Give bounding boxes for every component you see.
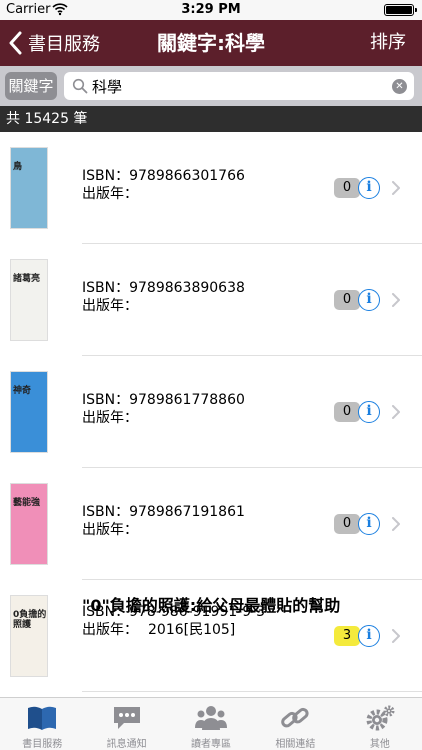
chevron-right-icon <box>392 517 400 531</box>
book-row[interactable]: 0負擔的照護 "0"負擔的照護:給父母最體貼的幫助 ISBN：978-986-919… <box>0 580 422 692</box>
book-cover-image: 0負擔的照護 <box>10 595 48 677</box>
nav-bar: 書目服務 關鍵字:科學 排序 <box>0 20 422 66</box>
book-icon <box>28 706 57 730</box>
holdings-count-badge: 0 <box>334 402 360 422</box>
book-cover-text: 鳥 <box>13 162 23 172</box>
holdings-count-badge: 0 <box>334 514 360 534</box>
chevron-right-icon <box>392 181 400 195</box>
chat-icon <box>113 707 140 729</box>
chevron-right-icon <box>392 293 400 307</box>
tab-messages-label: 訊息通知 <box>106 739 147 750</box>
status-bar: Carrier 3:29 PM <box>0 0 422 20</box>
book-year-value: 2016[民105] <box>148 622 236 638</box>
sort-button[interactable]: 排序 <box>370 20 406 66</box>
search-bar: 關鍵字 ✕ <box>0 66 422 106</box>
clear-search-icon[interactable]: ✕ <box>392 79 407 94</box>
book-isbn: ISBN：9789866301766 <box>82 168 245 184</box>
book-isbn: ISBN：9789867191861 <box>82 504 245 520</box>
tab-other-label: 其他 <box>369 739 390 750</box>
book-year: 出版年： <box>82 183 148 203</box>
info-icon[interactable]: i <box>358 513 380 535</box>
book-cover-image: 藝能強 <box>10 483 48 565</box>
link-icon <box>281 707 309 728</box>
tab-messages[interactable]: 訊息通知 <box>84 698 168 750</box>
tab-catalog[interactable]: 書目服務 <box>0 698 84 750</box>
book-cover-text: 藝能強 <box>13 498 41 508</box>
chevron-right-icon <box>392 629 400 643</box>
chevron-right-icon <box>392 405 400 419</box>
book-year: 出版年： <box>82 519 148 539</box>
tab-links[interactable]: 相關連結 <box>253 698 337 750</box>
book-year-label: 出版年： <box>82 522 138 538</box>
book-row[interactable]: 神奇 ISBN：9789861778860 出版年： 0 i <box>0 356 422 468</box>
book-year-label: 出版年： <box>82 622 138 638</box>
chevron-left-icon <box>9 31 22 55</box>
result-count: 共 15425 筆 <box>0 106 422 132</box>
gear-icon <box>366 705 395 731</box>
tab-bar: 書目服務 訊息通知 讀者專區 相關連結 其他 <box>0 697 422 750</box>
book-row[interactable]: 諸葛亮 ISBN：9789863890638 出版年： 0 i <box>0 244 422 356</box>
holdings-count-badge: 0 <box>334 290 360 310</box>
holdings-count-badge: 3 <box>334 626 360 646</box>
book-year: 出版年： 2016[民105] <box>82 619 235 639</box>
holdings-count-badge: 0 <box>334 178 360 198</box>
battery-icon <box>384 4 417 16</box>
book-year-label: 出版年： <box>82 410 138 426</box>
book-year: 出版年： <box>82 295 148 315</box>
info-icon[interactable]: i <box>358 625 380 647</box>
search-input[interactable] <box>92 72 382 100</box>
tab-other[interactable]: 其他 <box>338 698 422 750</box>
tab-readers-label: 讀者專區 <box>191 739 232 750</box>
back-button-label: 書目服務 <box>28 34 100 55</box>
book-cover-image: 鳥 <box>10 147 48 229</box>
book-cover-image: 諸葛亮 <box>10 259 48 341</box>
info-icon[interactable]: i <box>358 401 380 423</box>
book-year: 出版年： <box>82 407 148 427</box>
book-cover-text: 0負擔的照護 <box>13 610 47 630</box>
book-cover-image: 神奇 <box>10 371 48 453</box>
book-year-label: 出版年： <box>82 186 138 202</box>
book-cover-text: 神奇 <box>13 386 32 396</box>
book-isbn: ISBN：978-986-91991-9-3 <box>82 604 266 620</box>
search-field[interactable]: ✕ <box>64 72 414 100</box>
book-isbn: ISBN：9789861778860 <box>82 392 245 408</box>
search-icon <box>72 78 88 94</box>
tab-catalog-label: 書目服務 <box>22 739 63 750</box>
book-row[interactable]: 鳥 ISBN：9789866301766 出版年： 0 i <box>0 132 422 244</box>
keyword-filter-chip[interactable]: 關鍵字 <box>5 72 57 100</box>
book-list: 鳥 ISBN：9789866301766 出版年： 0 i 諸葛亮 ISBN：9789863… <box>0 132 422 697</box>
people-icon <box>195 706 228 730</box>
row-divider <box>82 691 422 692</box>
info-icon[interactable]: i <box>358 289 380 311</box>
status-time: 3:29 PM <box>181 2 241 17</box>
tab-links-label: 相關連結 <box>275 739 316 750</box>
book-row[interactable]: 藝能強 ISBN：9789867191861 出版年： 0 i <box>0 468 422 580</box>
book-isbn: ISBN：9789863890638 <box>82 280 245 296</box>
tab-readers[interactable]: 讀者專區 <box>169 698 253 750</box>
back-button[interactable]: 書目服務 <box>8 20 100 66</box>
book-year-label: 出版年： <box>82 298 138 314</box>
info-icon[interactable]: i <box>358 177 380 199</box>
book-cover-text: 諸葛亮 <box>13 274 41 284</box>
